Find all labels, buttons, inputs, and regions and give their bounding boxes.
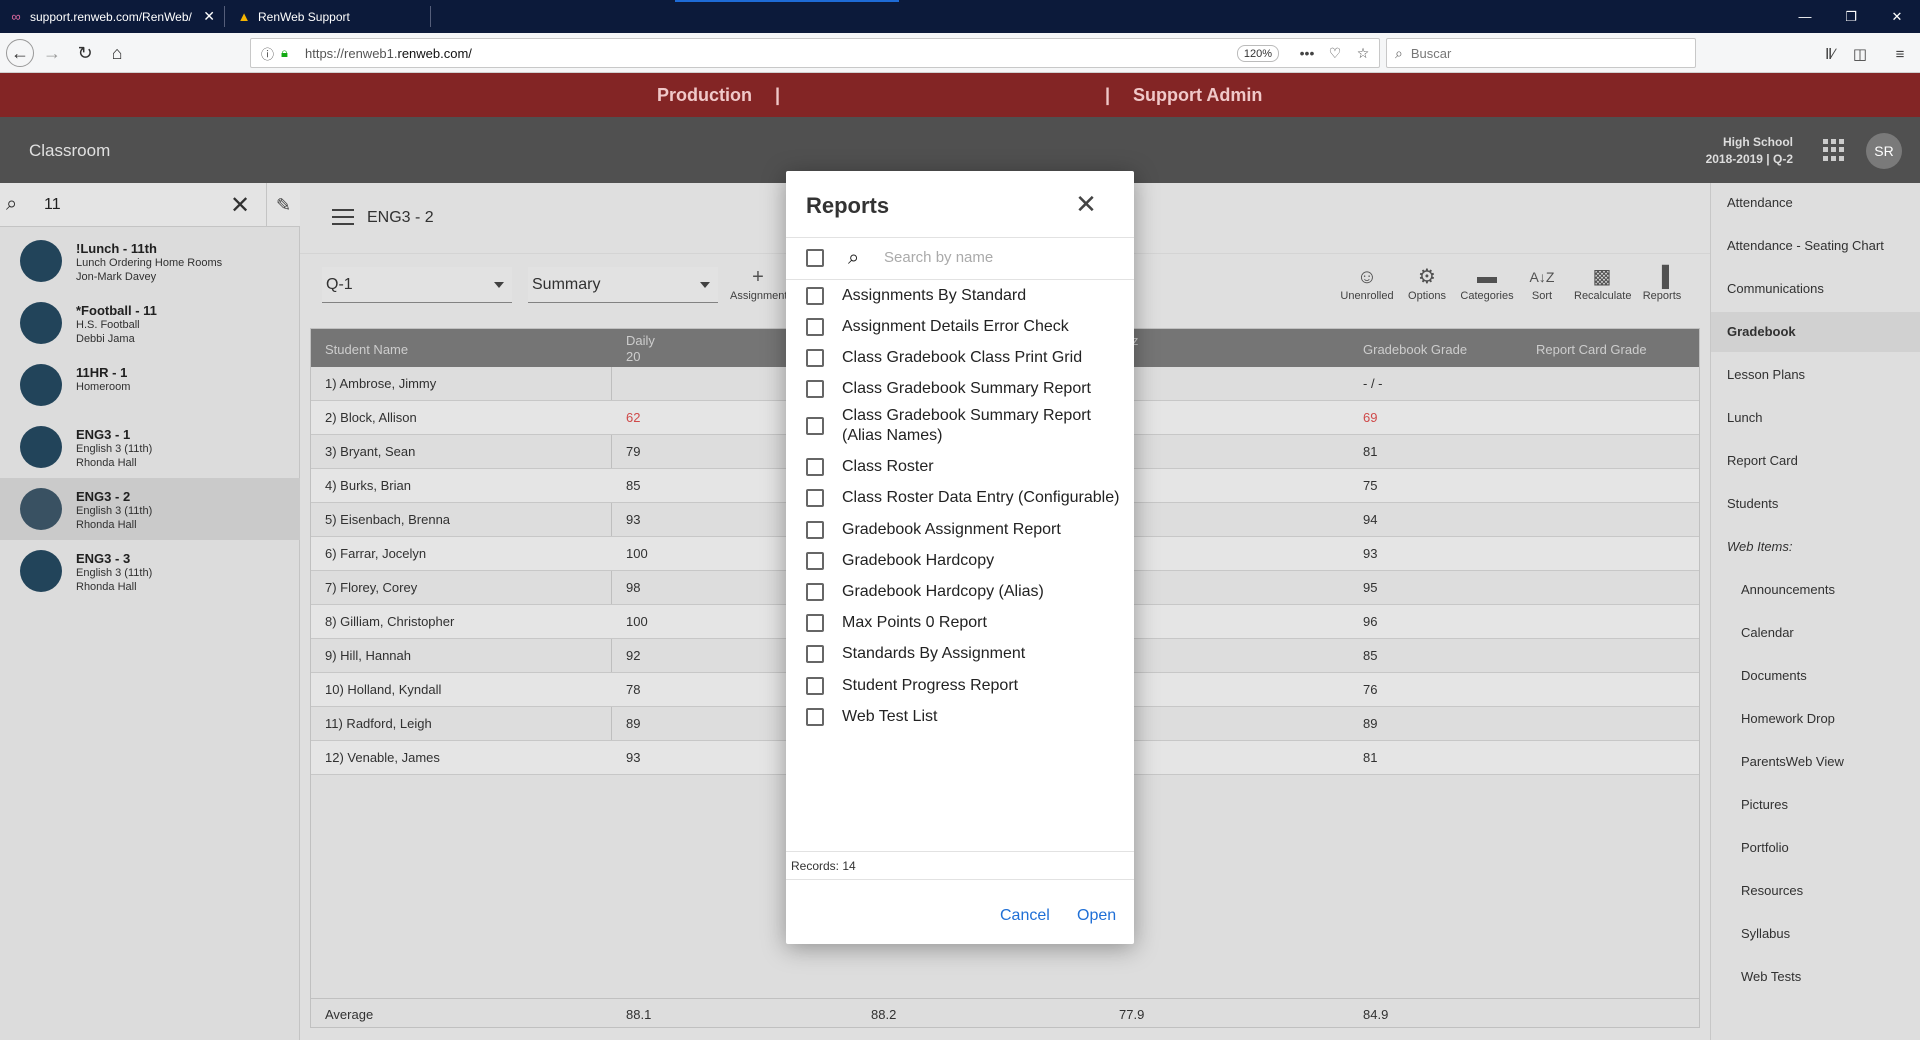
report-label: Standards By Assignment xyxy=(842,645,1026,662)
section-title: Classroom xyxy=(29,141,111,160)
home-icon[interactable]: ⌂ xyxy=(103,39,131,67)
renweb-link-icon: ∞ xyxy=(11,9,21,24)
bookmark-star-icon[interactable]: ☆ xyxy=(1353,43,1373,63)
dialog-title: Reports xyxy=(806,193,890,218)
tab-separator xyxy=(224,6,225,27)
records-count: Records: 14 xyxy=(791,859,856,873)
menu-icon[interactable]: ≡ xyxy=(1889,43,1911,65)
reload-icon[interactable]: ↻ xyxy=(71,39,99,67)
report-label: Max Points 0 Report xyxy=(842,614,987,631)
tab-separator xyxy=(430,6,431,27)
browser-tab-bar: ∞ support.renweb.com/RenWeb/ ✕ ▲ RenWeb … xyxy=(0,0,1920,33)
report-checkbox[interactable] xyxy=(806,708,824,726)
report-checkbox[interactable] xyxy=(806,458,824,476)
cancel-button[interactable]: Cancel xyxy=(1000,907,1050,925)
report-label: Class Roster Data Entry (Configurable) xyxy=(842,489,1120,506)
environment-bar: Production | | Support Admin xyxy=(0,73,1920,117)
school-term[interactable]: High School 2018-2019 | Q-2 xyxy=(1680,134,1793,168)
divider-left: | xyxy=(775,85,781,105)
close-window-icon[interactable]: ✕ xyxy=(1874,0,1920,33)
sidebar-icon[interactable]: ◫ xyxy=(1849,43,1871,65)
report-checkbox[interactable] xyxy=(806,318,824,336)
tab-label: RenWeb Support xyxy=(258,9,350,24)
apps-grid-icon[interactable] xyxy=(1823,139,1845,161)
minimize-icon[interactable]: — xyxy=(1782,0,1828,33)
report-checkbox[interactable] xyxy=(806,287,824,305)
tab-renweb-support[interactable]: ▲ RenWeb Support xyxy=(228,0,428,33)
report-label: Gradebook Hardcopy xyxy=(842,552,995,569)
divider xyxy=(786,279,1134,280)
report-checkbox[interactable] xyxy=(806,552,824,570)
report-label: Class Roster xyxy=(842,458,934,475)
browser-nav-bar: ← → ↻ ⌂ ⓘ 🔒︎ https://renweb1.renweb.com/… xyxy=(0,33,1920,73)
url-prefix: https://renweb1. xyxy=(305,45,398,61)
search-icon: ⌕ xyxy=(848,247,860,269)
browser-search-input[interactable]: ⌕ Buscar xyxy=(1386,38,1696,68)
url-bar[interactable]: ⓘ 🔒︎ https://renweb1.renweb.com/ 120% ••… xyxy=(250,38,1380,68)
report-checkbox[interactable] xyxy=(806,380,824,398)
report-checkbox[interactable] xyxy=(806,521,824,539)
url-text: https://renweb1.renweb.com/ xyxy=(305,46,472,61)
divider xyxy=(786,237,1134,238)
info-icon[interactable]: ⓘ xyxy=(261,44,281,63)
divider xyxy=(786,879,1134,880)
pocket-icon[interactable]: ♡ xyxy=(1325,43,1345,63)
report-label: Gradebook Assignment Report xyxy=(842,521,1061,538)
school-name: High School xyxy=(1723,135,1793,149)
term-label: 2018-2019 | Q-2 xyxy=(1705,152,1793,166)
production-label[interactable]: Production xyxy=(657,85,752,106)
report-checkbox[interactable] xyxy=(806,677,824,695)
close-tab-icon[interactable]: ✕ xyxy=(203,8,215,25)
more-actions-icon[interactable]: ••• xyxy=(1297,43,1317,63)
report-checkbox[interactable] xyxy=(806,417,824,435)
restore-icon[interactable]: ❐ xyxy=(1828,0,1874,33)
report-checkbox[interactable] xyxy=(806,349,824,367)
report-label: Class Gradebook Summary Report (Alias Na… xyxy=(842,407,1091,444)
search-placeholder: Buscar xyxy=(1410,45,1452,61)
select-all-checkbox[interactable] xyxy=(806,249,824,267)
report-checkbox[interactable] xyxy=(806,614,824,632)
close-icon[interactable]: ✕ xyxy=(1069,187,1103,221)
divider-right: | xyxy=(1105,85,1111,105)
report-label: Gradebook Hardcopy (Alias) xyxy=(842,583,1044,600)
lock-icon: 🔒︎ xyxy=(281,45,288,60)
zoom-badge[interactable]: 120% xyxy=(1236,45,1279,62)
search-icon: ⌕ xyxy=(1395,44,1403,61)
report-label: Class Gradebook Class Print Grid xyxy=(842,349,1083,366)
report-label: Web Test List xyxy=(842,708,938,725)
report-label: Assignment Details Error Check xyxy=(842,318,1069,335)
open-button[interactable]: Open xyxy=(1077,907,1116,925)
report-checkbox[interactable] xyxy=(806,489,824,507)
divider xyxy=(786,851,1134,852)
back-icon[interactable]: ← xyxy=(6,39,34,67)
report-label: Student Progress Report xyxy=(842,677,1019,694)
report-checkbox[interactable] xyxy=(806,645,824,663)
report-label: Class Gradebook Summary Report xyxy=(842,380,1091,397)
url-host: renweb.com/ xyxy=(397,45,472,61)
tab-support-renweb[interactable]: ∞ support.renweb.com/RenWeb/ ✕ xyxy=(0,0,223,33)
reports-dialog: Reports ✕ ⌕ Search by name Assignments B… xyxy=(786,171,1134,944)
renweb-logo-icon: ▲ xyxy=(237,9,251,24)
forward-icon[interactable]: → xyxy=(38,39,66,67)
report-checkbox[interactable] xyxy=(806,583,824,601)
avatar[interactable]: SR xyxy=(1866,133,1902,169)
support-admin-label[interactable]: Support Admin xyxy=(1133,85,1262,106)
library-icon[interactable]: Ⅱ∕ xyxy=(1819,43,1841,65)
tab-label: support.renweb.com/RenWeb/ xyxy=(30,9,192,24)
report-label: Assignments By Standard xyxy=(842,287,1027,304)
loading-indicator xyxy=(675,0,899,2)
report-search-input[interactable]: Search by name xyxy=(884,249,993,266)
